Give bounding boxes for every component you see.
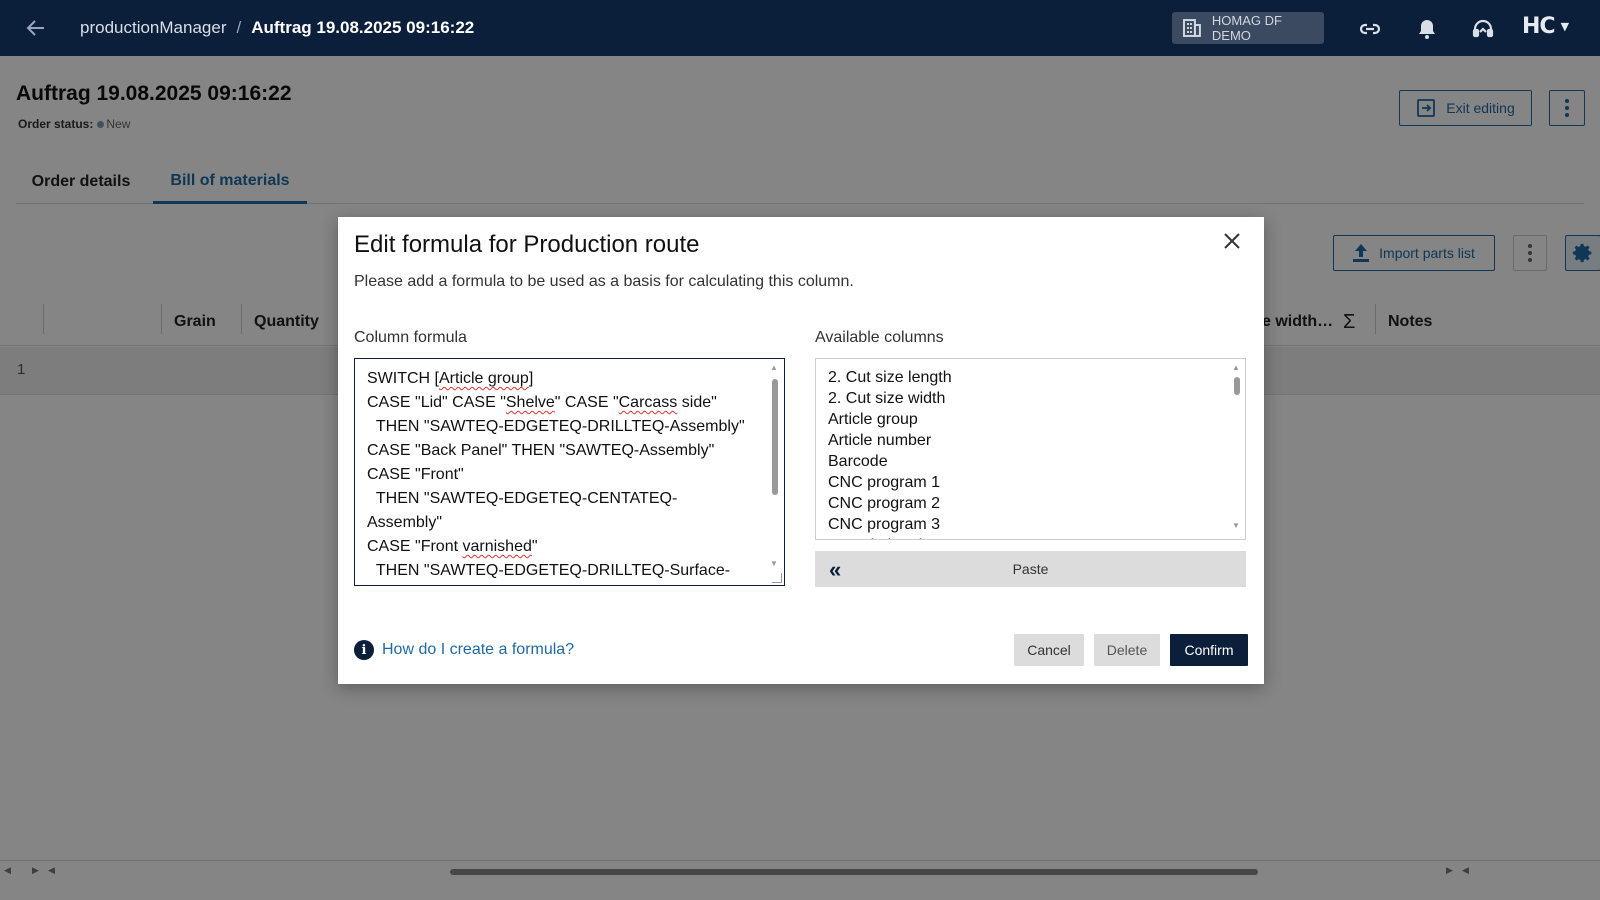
formula-line: CASE "Front": [367, 466, 464, 483]
list-item[interactable]: 2. Cut size width: [828, 388, 1245, 409]
help-link[interactable]: i How do I create a formula?: [354, 640, 574, 660]
list-item[interactable]: CNC program 3: [828, 514, 1245, 535]
breadcrumb-current: Auftrag 19.08.2025 09:16:22: [251, 18, 475, 37]
list-item[interactable]: Article group: [828, 409, 1245, 430]
available-columns-list[interactable]: 2. Cut size length 2. Cut size width Artic…: [815, 358, 1246, 540]
tenant-name: HOMAG DF DEMO: [1211, 13, 1282, 43]
help-link-label: How do I create a formula?: [382, 641, 575, 658]
column-formula-label: Column formula: [354, 329, 467, 346]
edit-formula-dialog: Edit formula for Production route Please…: [338, 217, 1264, 684]
formula-line: Assembly": [367, 514, 443, 531]
formula-line: THEN "SAWTEQ-EDGETEQ-DRILLTEQ-Surface-: [367, 562, 731, 579]
list-item[interactable]: Article number: [828, 430, 1245, 451]
paste-button[interactable]: « Paste: [815, 551, 1246, 587]
chevron-down-icon: ▼: [1560, 20, 1570, 33]
brand-logo: HC: [1522, 14, 1556, 39]
close-icon[interactable]: [1222, 231, 1242, 251]
scrollbar-thumb[interactable]: [1234, 377, 1240, 395]
list-item[interactable]: Barcode: [828, 451, 1245, 472]
formula-line: THEN "SAWTEQ-EDGETEQ-CENTATEQ-: [367, 490, 678, 507]
scrollbar-thumb[interactable]: [772, 379, 778, 495]
scroll-up-icon[interactable]: ▲: [770, 363, 778, 372]
formula-line: CASE "Back Panel" THEN "SAWTEQ-Assembly": [367, 442, 715, 459]
scroll-down-icon[interactable]: ▼: [770, 559, 778, 568]
headset-icon[interactable]: [1471, 17, 1495, 41]
paste-label: Paste: [1012, 561, 1049, 577]
cancel-button[interactable]: Cancel: [1014, 634, 1084, 666]
dialog-subtitle: Please add a formula to be used as a bas…: [354, 273, 854, 290]
tenant-selector[interactable]: HOMAG DF DEMO: [1172, 12, 1324, 44]
breadcrumb-separator: /: [236, 18, 242, 37]
available-columns-label: Available columns: [815, 329, 944, 346]
list-item[interactable]: 2. Cut size length: [828, 367, 1245, 388]
scroll-up-icon[interactable]: ▲: [1232, 363, 1240, 372]
formula-line: CASE "Front varnished": [367, 538, 538, 555]
top-bar: productionManager / Auftrag 19.08.2025 0…: [0, 0, 1600, 56]
columns-scrollbar[interactable]: ▲ ▼: [1232, 363, 1242, 535]
formula-line: CASE "Lid" CASE "Shelve" CASE "Carcass s…: [367, 394, 717, 411]
dialog-title: Edit formula for Production route: [354, 231, 700, 258]
link-icon[interactable]: [1358, 17, 1382, 41]
chevrons-left-icon: «: [829, 557, 842, 582]
list-item[interactable]: Completion date: [828, 535, 1245, 539]
column-formula-textarea[interactable]: SWITCH [Article group] CASE "Lid" CASE "S…: [354, 358, 785, 586]
user-menu[interactable]: HC ▼: [1522, 14, 1570, 39]
confirm-button[interactable]: Confirm: [1170, 634, 1248, 666]
delete-button[interactable]: Delete: [1094, 634, 1160, 666]
building-icon: [1182, 19, 1201, 37]
list-item[interactable]: CNC program 2: [828, 493, 1245, 514]
breadcrumb: productionManager / Auftrag 19.08.2025 0…: [80, 0, 474, 56]
info-icon: i: [354, 640, 374, 660]
formula-line: THEN "SAWTEQ-EDGETEQ-DRILLTEQ-Assembly": [367, 418, 745, 435]
formula-line: SWITCH [Article group]: [367, 370, 534, 387]
list-item[interactable]: CNC program 1: [828, 472, 1245, 493]
formula-scrollbar[interactable]: ▲ ▼: [770, 363, 780, 585]
arrow-left-icon[interactable]: [24, 16, 48, 40]
bell-icon[interactable]: [1415, 17, 1439, 41]
breadcrumb-app[interactable]: productionManager: [80, 18, 226, 38]
scroll-down-icon[interactable]: ▼: [1232, 521, 1240, 530]
